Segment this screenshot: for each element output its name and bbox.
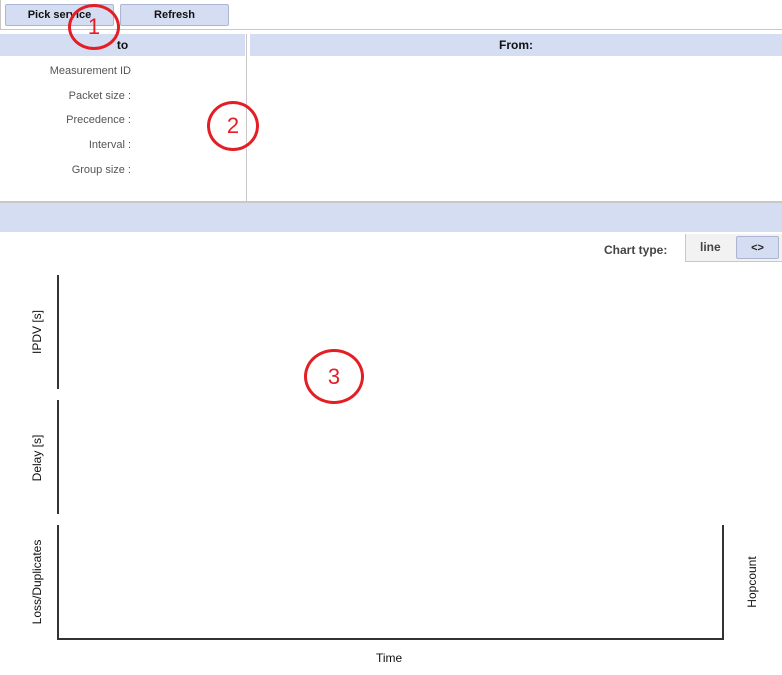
delay-y-axis <box>57 400 59 514</box>
measurement-id-label: Measurement ID <box>49 65 131 77</box>
toolbar-edge <box>0 0 1 30</box>
precedence-label: Precedence : <box>66 114 131 126</box>
time-x-axis <box>57 638 724 640</box>
loss-y-axis <box>57 525 59 639</box>
chart-type-label: Chart type: <box>604 243 668 257</box>
interval-label: Interval : <box>88 139 131 151</box>
packet-size-label: Packet size : <box>68 90 131 102</box>
section-band <box>0 203 782 232</box>
delay-axis-label: Delay [s] <box>30 434 44 482</box>
details-panel-header: to <box>0 34 245 56</box>
hopcount-y-axis <box>722 525 724 640</box>
refresh-button[interactable]: Refresh <box>120 4 229 26</box>
annotation-marker-1: 1 <box>68 4 120 50</box>
loss-duplicates-axis-label: Loss/Duplicates <box>30 539 44 625</box>
ipdv-y-axis <box>57 275 59 389</box>
ipdv-axis-label: IPDV [s] <box>30 309 44 355</box>
chart-type-toggle-button[interactable]: <> <box>736 236 779 259</box>
annotation-marker-2: 2 <box>207 101 259 151</box>
chart-type-value[interactable]: line <box>700 240 721 254</box>
time-axis-label: Time <box>376 651 403 665</box>
hopcount-axis-label: Hopcount <box>745 556 759 608</box>
annotation-marker-3: 3 <box>304 349 364 404</box>
from-panel-header: From: <box>250 34 782 56</box>
group-size-label: Group size : <box>71 164 131 176</box>
